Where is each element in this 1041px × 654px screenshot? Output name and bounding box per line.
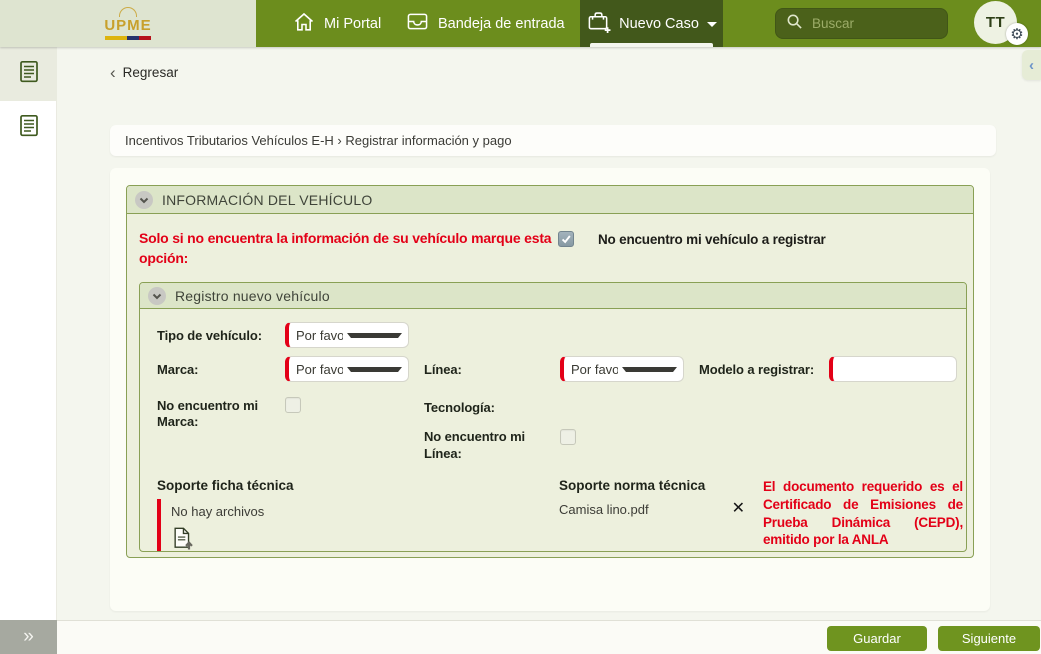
no-marca-label: No encuentro mi Marca: xyxy=(157,392,285,431)
caret-down-icon xyxy=(347,367,402,372)
soporte-norma-label: Soporte norma técnica xyxy=(559,478,747,493)
breadcrumb: Incentivos Tributarios Vehículos E-H › R… xyxy=(110,125,996,156)
ficha-dropzone[interactable]: No hay archivos xyxy=(157,499,419,552)
no-vehiculo-checkbox[interactable] xyxy=(558,231,574,247)
form-row-marca-linea-modelo: Marca: Por favor seleccionar Línea: xyxy=(157,356,966,382)
tipo-vehiculo-select[interactable]: Por favor seleccionar xyxy=(285,322,409,348)
chevron-left-icon: ‹ xyxy=(1029,57,1034,74)
upme-crest-icon xyxy=(119,7,137,17)
caret-down-icon xyxy=(622,367,677,372)
soporte-ficha-label: Soporte ficha técnica xyxy=(157,478,559,493)
tipo-vehiculo-value: Por favor seleccionar xyxy=(296,328,343,343)
search-input[interactable] xyxy=(810,15,930,32)
left-sidebar xyxy=(0,47,57,654)
tecnologia-block: Tecnología: No encuentro mi Línea: xyxy=(424,392,576,462)
file-name: Camisa lino.pdf xyxy=(559,502,730,517)
sidebar-item-1[interactable] xyxy=(0,47,57,101)
vehicle-info-panel: INFORMACIÓN DEL VEHÍCULO Solo si no encu… xyxy=(126,185,974,558)
tipo-vehiculo-label: Tipo de vehículo: xyxy=(157,322,285,344)
uploaded-file-row: Camisa lino.pdf ✕ xyxy=(559,502,747,517)
warning-text: Solo si no encuentra la información de s… xyxy=(139,229,558,268)
search-icon xyxy=(786,13,803,35)
delete-file-button[interactable]: ✕ xyxy=(730,502,747,516)
double-chevron-right-icon: » xyxy=(23,626,34,648)
back-chevron-icon: ‹ xyxy=(110,66,116,79)
tecnologia-label: Tecnología: xyxy=(424,394,576,416)
main-content: ‹ ‹ Regresar Incentivos Tributarios Vehí… xyxy=(57,47,1041,654)
upme-logo: UPME xyxy=(0,0,256,47)
app-window: UPME Mi Portal Bandeja de entrada xyxy=(0,0,1041,654)
nav-bandeja-entrada[interactable]: Bandeja de entrada xyxy=(406,0,565,47)
avatar-initials: TT xyxy=(986,14,1005,31)
colombia-flag-bar xyxy=(105,36,151,40)
linea-value: Por favor seleccione xyxy=(571,362,618,377)
caret-down-icon xyxy=(707,22,717,27)
registro-panel-header[interactable]: Registro nuevo vehículo xyxy=(140,283,966,309)
modelo-input-wrap xyxy=(829,356,957,382)
close-icon: ✕ xyxy=(732,500,745,517)
back-link-label: Regresar xyxy=(123,65,179,80)
no-marca-checkbox[interactable] xyxy=(285,397,301,413)
caret-down-icon xyxy=(347,333,402,338)
upload-file-icon[interactable] xyxy=(171,526,195,552)
form-row-checkboxes: No encuentro mi Marca: Tecnología: No en… xyxy=(157,392,966,462)
collapse-panel-handle[interactable]: ‹ xyxy=(1022,50,1041,80)
no-vehicle-row: Solo si no encuentra la información de s… xyxy=(127,214,973,268)
nav-nuevo-caso-label: Nuevo Caso xyxy=(619,16,699,32)
sidebar-item-2[interactable] xyxy=(0,101,57,155)
modelo-label: Modelo a registrar: xyxy=(699,356,829,378)
registro-nuevo-vehiculo-panel: Registro nuevo vehículo Tipo de vehículo… xyxy=(139,282,967,552)
document-list-icon xyxy=(19,60,39,88)
nav-bandeja-label: Bandeja de entrada xyxy=(438,16,565,32)
no-linea-checkbox[interactable] xyxy=(560,429,576,445)
back-link[interactable]: ‹ Regresar xyxy=(110,65,178,80)
cepd-note-text: El documento requerido es el Certificado… xyxy=(763,478,963,549)
expand-sidebar-button[interactable]: » xyxy=(0,620,57,654)
inbox-icon xyxy=(406,11,429,36)
registro-panel-title: Registro nuevo vehículo xyxy=(175,288,330,304)
form-row-tipo: Tipo de vehículo: Por favor seleccionar xyxy=(157,322,966,348)
marca-label: Marca: xyxy=(157,356,285,378)
save-button[interactable]: Guardar xyxy=(827,626,927,651)
soporte-norma-block: Soporte norma técnica Camisa lino.pdf ✕ xyxy=(559,478,747,517)
next-button[interactable]: Siguiente xyxy=(938,626,1040,651)
document-list-icon xyxy=(19,114,39,142)
vehicle-info-panel-title: INFORMACIÓN DEL VEHÍCULO xyxy=(162,192,372,208)
linea-select[interactable]: Por favor seleccione xyxy=(560,356,684,382)
vehicle-info-panel-header[interactable]: INFORMACIÓN DEL VEHÍCULO xyxy=(127,186,973,214)
nav-mi-portal-label: Mi Portal xyxy=(324,16,381,32)
nav-mi-portal[interactable]: Mi Portal xyxy=(293,0,381,47)
content-card: INFORMACIÓN DEL VEHÍCULO Solo si no encu… xyxy=(110,168,990,611)
footer-bar: Guardar Siguiente xyxy=(57,620,1041,654)
upme-logo-text: UPME xyxy=(104,18,151,33)
modelo-input[interactable] xyxy=(840,361,950,378)
registro-form: Tipo de vehículo: Por favor seleccionar … xyxy=(140,309,966,552)
home-icon xyxy=(293,11,315,37)
soporte-row: Soporte ficha técnica No hay archivos xyxy=(157,478,966,552)
collapse-chevron-icon xyxy=(135,191,153,209)
linea-label: Línea: xyxy=(424,356,560,378)
no-linea-label: No encuentro mi Línea: xyxy=(424,429,560,462)
ficha-empty-text: No hay archivos xyxy=(171,504,419,519)
marca-value: Por favor seleccionar xyxy=(296,362,343,377)
soporte-ficha-block: Soporte ficha técnica No hay archivos xyxy=(157,478,559,552)
nav-nuevo-caso-active-tab[interactable]: Nuevo Caso xyxy=(580,0,723,47)
marca-select[interactable]: Por favor seleccionar xyxy=(285,356,409,382)
search-box[interactable] xyxy=(775,8,948,39)
no-vehiculo-label: No encuentro mi vehículo a registrar xyxy=(598,232,826,247)
breadcrumb-text: Incentivos Tributarios Vehículos E-H › R… xyxy=(125,133,512,148)
collapse-chevron-icon xyxy=(148,287,166,305)
top-navbar: UPME Mi Portal Bandeja de entrada xyxy=(0,0,1041,47)
check-icon xyxy=(560,233,572,245)
briefcase-plus-icon xyxy=(586,10,611,37)
gear-icon[interactable]: ⚙ xyxy=(1006,23,1028,45)
